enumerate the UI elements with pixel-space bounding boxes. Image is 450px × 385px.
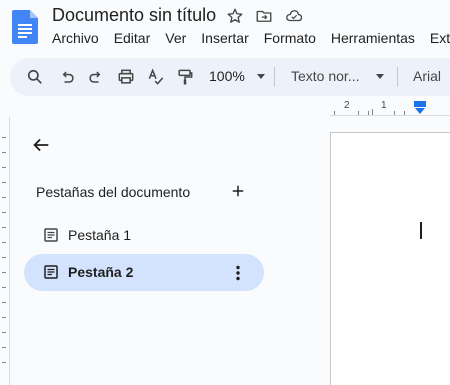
paint-format-icon[interactable]	[175, 67, 195, 87]
style-dropdown-icon[interactable]	[376, 74, 384, 79]
horizontal-ruler[interactable]: 2 1	[330, 100, 450, 116]
menu-herramientas[interactable]: Herramientas	[331, 30, 415, 50]
cloud-saved-icon[interactable]	[284, 7, 304, 27]
document-tab-icon	[44, 265, 58, 279]
back-arrow-icon[interactable]	[30, 134, 52, 156]
star-icon[interactable]	[226, 7, 246, 27]
text-cursor	[420, 222, 422, 239]
vertical-ruler[interactable]	[0, 117, 10, 385]
print-icon[interactable]	[116, 67, 136, 87]
font-select[interactable]: Arial	[413, 68, 441, 84]
ruler-label: 2	[344, 100, 350, 111]
menu-bar: Archivo Editar Ver Insertar Formato Herr…	[52, 30, 450, 50]
menu-insertar[interactable]: Insertar	[201, 30, 248, 50]
document-tab-icon	[44, 228, 58, 242]
spellcheck-icon[interactable]	[146, 67, 166, 87]
menu-extensiones[interactable]: Exte	[430, 30, 450, 50]
more-options-icon[interactable]	[228, 263, 248, 283]
indent-marker[interactable]	[414, 101, 426, 107]
toolbar: 100% Texto nor... Arial	[10, 58, 450, 96]
menu-archivo[interactable]: Archivo	[52, 30, 99, 50]
paragraph-style-select[interactable]: Texto nor...	[291, 68, 359, 84]
ruler-label: 1	[381, 100, 387, 111]
tab-pestana-1[interactable]: Pestaña 1	[24, 217, 264, 254]
move-to-folder-icon[interactable]	[255, 7, 275, 27]
document-title[interactable]: Documento sin título	[52, 5, 216, 26]
toolbar-divider	[397, 67, 398, 87]
zoom-dropdown-icon[interactable]	[257, 74, 265, 79]
zoom-select[interactable]: 100%	[209, 68, 245, 84]
menu-editar[interactable]: Editar	[114, 30, 151, 50]
document-page[interactable]	[330, 132, 450, 385]
add-tab-icon[interactable]	[229, 182, 247, 200]
redo-icon[interactable]	[86, 67, 106, 87]
menu-formato[interactable]: Formato	[264, 30, 316, 50]
tabs-panel-heading: Pestañas del documento	[36, 184, 191, 200]
menu-ver[interactable]: Ver	[165, 30, 186, 50]
toolbar-divider	[274, 67, 275, 87]
indent-marker-arrow[interactable]	[415, 108, 425, 114]
search-icon[interactable]	[25, 67, 45, 87]
undo-icon[interactable]	[57, 67, 77, 87]
tab-label: Pestaña 2	[68, 264, 134, 280]
docs-logo-icon[interactable]	[12, 10, 38, 44]
tab-pestana-2[interactable]: Pestaña 2	[24, 254, 264, 291]
tab-label: Pestaña 1	[68, 227, 132, 243]
